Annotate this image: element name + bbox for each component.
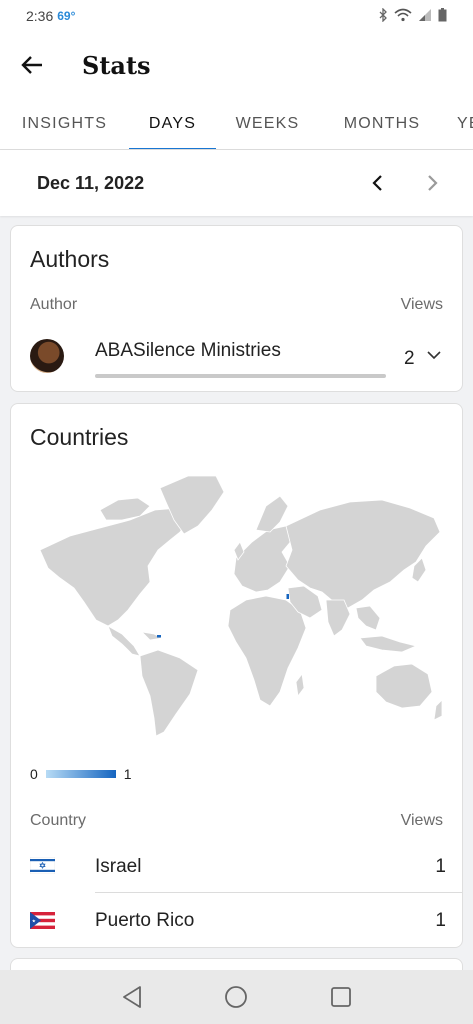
map-south-america	[139, 649, 199, 737]
views-column-header: Views	[400, 812, 443, 829]
tab-insights[interactable]: INSIGHTS	[0, 98, 129, 149]
author-views-bar	[95, 374, 386, 378]
map-australia	[375, 663, 433, 709]
date-navigation	[349, 150, 461, 216]
app-bar: Stats	[0, 32, 473, 98]
status-temperature: 69°	[57, 9, 76, 23]
country-column-header: Country	[30, 812, 87, 829]
map-new-zealand	[433, 699, 443, 721]
map-europe	[233, 525, 293, 593]
map-southeast-asia	[355, 605, 381, 631]
system-recents-button[interactable]	[317, 973, 365, 1021]
selected-date: Dec 11, 2022	[37, 172, 145, 193]
tab-label: YE	[457, 115, 473, 132]
map-central-america	[107, 625, 141, 657]
countries-title: Countries	[30, 424, 129, 450]
world-map	[39, 475, 443, 737]
tab-label: MONTHS	[343, 115, 421, 132]
tab-days[interactable]: DAYS	[129, 98, 216, 149]
map-highlight-puerto-rico	[157, 635, 161, 638]
map-madagascar	[295, 672, 305, 698]
avatar	[30, 339, 64, 373]
country-views: 1	[435, 910, 446, 931]
system-navigation-bar	[0, 970, 473, 1024]
map-highlight-israel	[286, 594, 289, 599]
chevron-left-icon	[372, 175, 382, 191]
chevron-down-icon[interactable]	[427, 350, 441, 360]
legend-max: 1	[123, 766, 132, 782]
wifi-icon	[394, 8, 412, 22]
signal-icon	[419, 9, 431, 21]
legend-gradient	[45, 770, 116, 778]
authors-title: Authors	[30, 246, 110, 272]
israel-flag-icon	[30, 857, 55, 874]
page-title: Stats	[82, 50, 151, 80]
square-recents-icon	[330, 987, 351, 1007]
tab-label: WEEKS	[235, 115, 300, 132]
author-column-header: Author	[30, 296, 78, 313]
legend-min: 0	[30, 766, 38, 782]
country-views: 1	[435, 856, 446, 877]
previous-date-button[interactable]	[349, 150, 405, 216]
status-bar: 2:36 69°	[0, 0, 473, 32]
views-column-header: Views	[400, 296, 443, 313]
back-button[interactable]	[0, 33, 64, 97]
tab-label: DAYS	[148, 115, 197, 132]
tab-weeks[interactable]: WEEKS	[216, 98, 319, 149]
map-indonesia	[359, 635, 418, 653]
map-africa	[227, 595, 307, 707]
period-tabs: INSIGHTS DAYS WEEKS MONTHS YE	[0, 98, 473, 150]
tab-label: INSIGHTS	[21, 115, 108, 132]
authors-card: Authors Author Views ABASilence Ministri…	[10, 225, 463, 392]
status-icons	[378, 8, 447, 22]
country-row[interactable]: Puerto Rico 1	[11, 892, 464, 946]
system-back-button[interactable]	[108, 973, 156, 1021]
battery-icon	[438, 8, 447, 22]
map-india	[325, 599, 351, 637]
triangle-back-icon	[123, 986, 142, 1008]
puerto-rico-flag-icon	[30, 912, 55, 929]
circle-home-icon	[225, 986, 248, 1008]
tab-years[interactable]: YE	[445, 98, 473, 149]
author-name: ABASilence Ministries	[95, 340, 281, 361]
countries-card: Countries 0 1 Country Views Israel 1 Pue…	[10, 403, 463, 948]
system-home-button[interactable]	[212, 973, 260, 1021]
country-row[interactable]: Israel 1	[11, 838, 464, 892]
date-selector: Dec 11, 2022	[0, 150, 473, 216]
status-time: 2:36	[26, 8, 54, 24]
country-name: Puerto Rico	[95, 910, 195, 931]
next-date-button[interactable]	[405, 150, 461, 216]
map-north-america	[39, 507, 191, 627]
author-views: 2	[404, 348, 415, 369]
arrow-left-icon	[21, 56, 42, 74]
tab-months[interactable]: MONTHS	[319, 98, 445, 149]
map-legend: 0 1	[30, 764, 132, 784]
country-name: Israel	[95, 856, 142, 877]
chevron-right-icon	[428, 175, 438, 191]
bluetooth-icon	[379, 8, 387, 22]
